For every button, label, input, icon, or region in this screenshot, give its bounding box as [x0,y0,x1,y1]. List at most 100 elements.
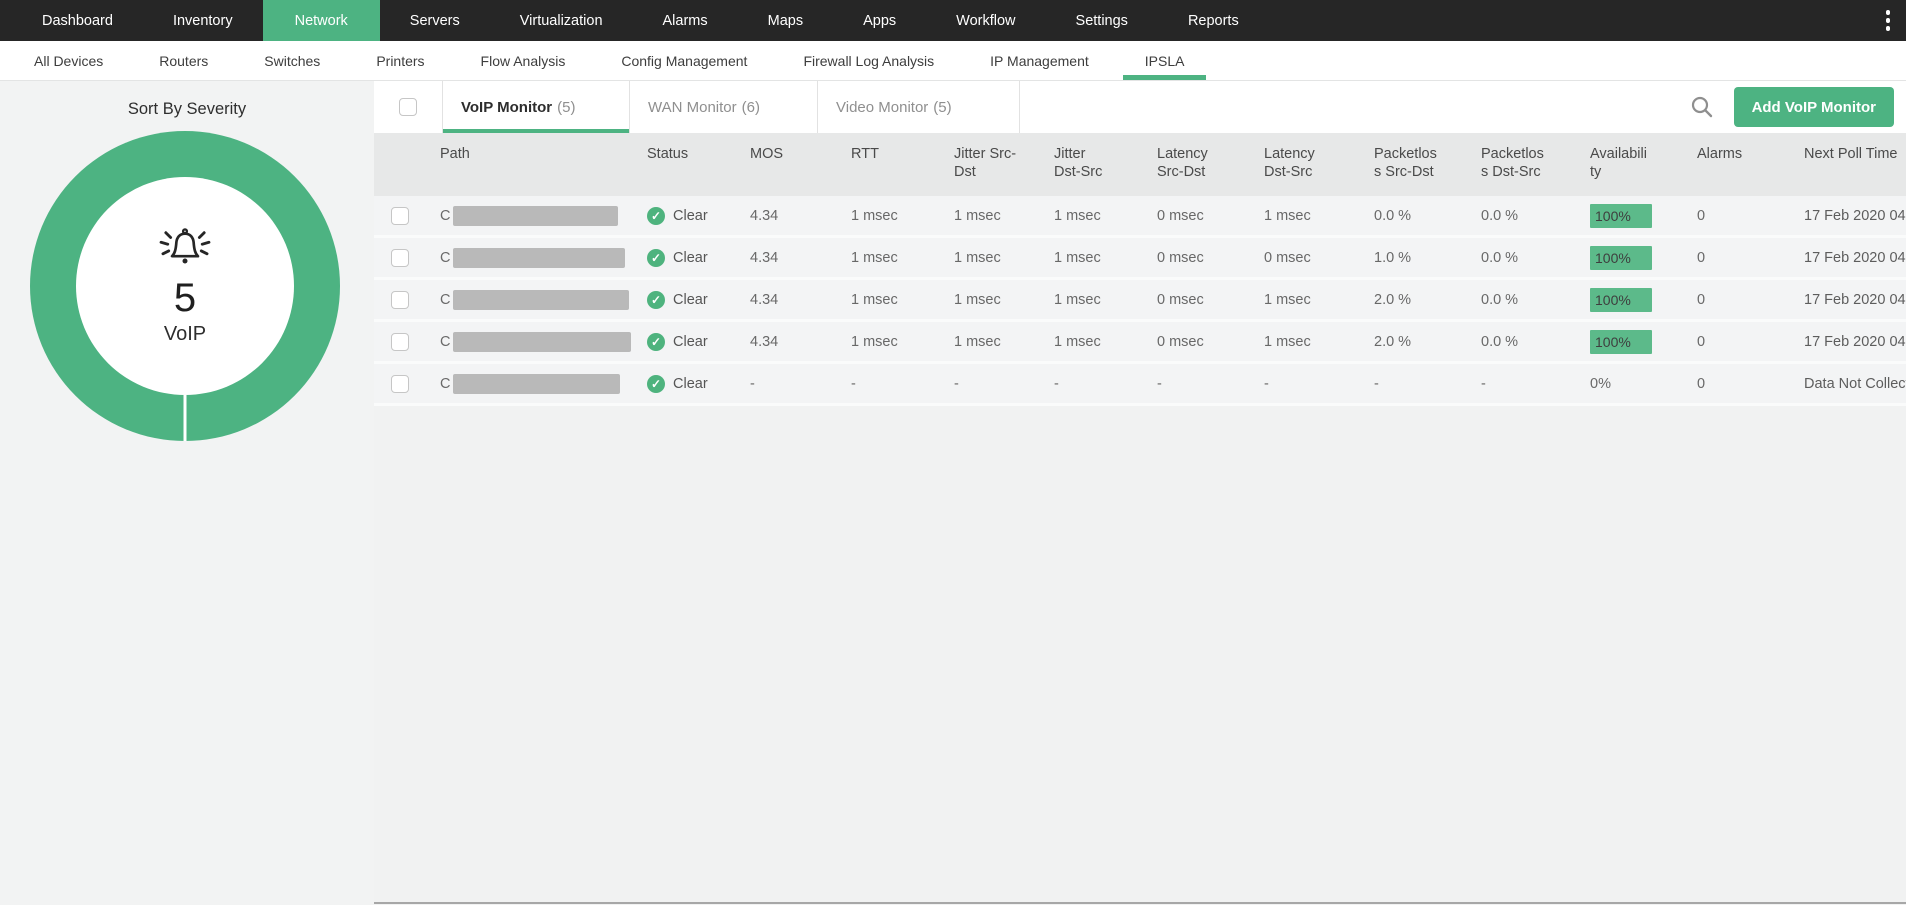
nav-item-servers[interactable]: Servers [380,0,490,41]
subnav-item-label: All Devices [34,53,103,69]
column-header-jitter_src_dst[interactable]: Jitter Src- Dst [940,133,1040,196]
status-clear-icon [647,333,665,351]
tab-count: (5) [557,99,575,116]
cell-packetloss_src_dst: 0.0 % [1360,196,1467,235]
subnav-item-switches[interactable]: Switches [236,41,348,80]
cell-packetloss_dst_src: - [1467,364,1576,403]
cell-latency_src_dst: 0 msec [1143,238,1250,277]
cell-latency_dst_src: 1 msec [1250,196,1360,235]
column-header-jitter_dst_src[interactable]: Jitter Dst-Src [1040,133,1143,196]
column-header-next_poll_time[interactable]: Next Poll Time [1790,133,1906,196]
cell-rtt: 1 msec [837,280,940,319]
cell-jitter_src_dst: 1 msec [940,280,1040,319]
cell-availability: 100% [1576,238,1683,277]
column-header-availability[interactable]: Availabili ty [1576,133,1683,196]
cell-path: C [426,238,633,277]
rtt-value: - [851,376,856,392]
cell-checkbox [374,280,426,319]
latency_dst_src-value: 1 msec [1264,292,1311,308]
column-header-alarms[interactable]: Alarms [1683,133,1790,196]
nav-item-workflow[interactable]: Workflow [926,0,1045,41]
cell-packetloss_dst_src: 0.0 % [1467,322,1576,361]
overflow-menu-icon[interactable] [1878,0,1898,41]
nav-item-maps[interactable]: Maps [738,0,833,41]
cell-mos: 4.34 [736,196,837,235]
column-header-rtt[interactable]: RTT [837,133,940,196]
nav-item-apps[interactable]: Apps [833,0,926,41]
tab-video-monitor[interactable]: Video Monitor(5) [818,81,1020,133]
cell-packetloss_src_dst: - [1360,364,1467,403]
row-checkbox[interactable] [391,375,409,393]
nav-item-inventory[interactable]: Inventory [143,0,263,41]
column-header-path[interactable]: Path [426,133,633,196]
table-row[interactable]: CClear4.341 msec1 msec1 msec0 msec1 msec… [374,322,1906,364]
row-checkbox[interactable] [391,249,409,267]
cell-checkbox [374,238,426,277]
subnav-item-config-management[interactable]: Config Management [593,41,775,80]
availability-badge: 100% [1590,330,1652,354]
cell-mos: 4.34 [736,280,837,319]
cell-packetloss_src_dst: 1.0 % [1360,238,1467,277]
tab-voip-monitor[interactable]: VoIP Monitor(5) [442,81,630,133]
nav-item-virtualization[interactable]: Virtualization [490,0,633,41]
column-header-packetloss_src_dst[interactable]: Packetlos s Src-Dst [1360,133,1467,196]
cell-alarms: 0 [1683,364,1790,403]
rtt-value: 1 msec [851,334,898,350]
column-header-packetloss_dst_src[interactable]: Packetlos s Dst-Src [1467,133,1576,196]
nav-item-network[interactable]: Network [263,0,380,41]
severity-count: 5 [174,276,196,320]
subnav-item-label: Switches [264,53,320,69]
packetloss_src_dst-value: 2.0 % [1374,334,1411,350]
cell-alarms: 0 [1683,196,1790,235]
nav-item-alarms[interactable]: Alarms [633,0,738,41]
nav-item-reports[interactable]: Reports [1158,0,1269,41]
table-row[interactable]: CClear4.341 msec1 msec1 msec0 msec1 msec… [374,280,1906,322]
column-header-latency_dst_src[interactable]: Latency Dst-Src [1250,133,1360,196]
availability-badge: 100% [1590,204,1652,228]
status-label: Clear [673,334,708,350]
subnav-item-flow-analysis[interactable]: Flow Analysis [453,41,594,80]
row-checkbox[interactable] [391,291,409,309]
jitter_dst_src-value: 1 msec [1054,334,1101,350]
row-checkbox[interactable] [391,207,409,225]
cell-latency_dst_src: - [1250,364,1360,403]
table-row[interactable]: CClear4.341 msec1 msec1 msec0 msec0 msec… [374,238,1906,280]
nav-item-settings[interactable]: Settings [1046,0,1158,41]
latency_dst_src-value: 1 msec [1264,208,1311,224]
add-voip-monitor-button[interactable]: Add VoIP Monitor [1734,87,1894,127]
jitter_src_dst-value: 1 msec [954,208,1001,224]
table-row[interactable]: CClear4.341 msec1 msec1 msec0 msec1 msec… [374,196,1906,238]
subnav-item-routers[interactable]: Routers [131,41,236,80]
search-icon[interactable] [1690,95,1714,119]
nav-item-label: Virtualization [520,13,603,29]
availability-badge: 100% [1590,246,1652,270]
subnav-item-ipsla[interactable]: IPSLA [1117,41,1213,80]
tab-wan-monitor[interactable]: WAN Monitor(6) [630,81,818,133]
table-row[interactable]: CClear--------0%0Data Not Collected [374,364,1906,406]
cell-latency_dst_src: 0 msec [1250,238,1360,277]
subnav-item-all-devices[interactable]: All Devices [6,41,131,80]
cell-latency_dst_src: 1 msec [1250,322,1360,361]
jitter_dst_src-value: - [1054,376,1059,392]
subnav-item-firewall-log-analysis[interactable]: Firewall Log Analysis [775,41,962,80]
cell-rtt: - [837,364,940,403]
cell-path: C [426,364,633,403]
severity-donut[interactable]: 5 VoIP [30,131,340,441]
column-header-mos[interactable]: MOS [736,133,837,196]
packetloss_src_dst-value: - [1374,376,1379,392]
rtt-value: 1 msec [851,208,898,224]
packetloss_src_dst-value: 1.0 % [1374,250,1411,266]
donut-center: 5 VoIP [76,177,294,395]
subnav-item-ip-management[interactable]: IP Management [962,41,1117,80]
cell-rtt: 1 msec [837,322,940,361]
subnav-item-printers[interactable]: Printers [348,41,452,80]
next_poll_time-value: 17 Feb 2020 04:33: [1804,334,1906,350]
cell-status: Clear [633,196,736,235]
column-header-status[interactable]: Status [633,133,736,196]
select-all-checkbox[interactable] [399,98,417,116]
row-checkbox[interactable] [391,333,409,351]
subnav-item-label: IPSLA [1145,53,1185,69]
cell-latency_src_dst: - [1143,364,1250,403]
column-header-latency_src_dst[interactable]: Latency Src-Dst [1143,133,1250,196]
nav-item-dashboard[interactable]: Dashboard [12,0,143,41]
